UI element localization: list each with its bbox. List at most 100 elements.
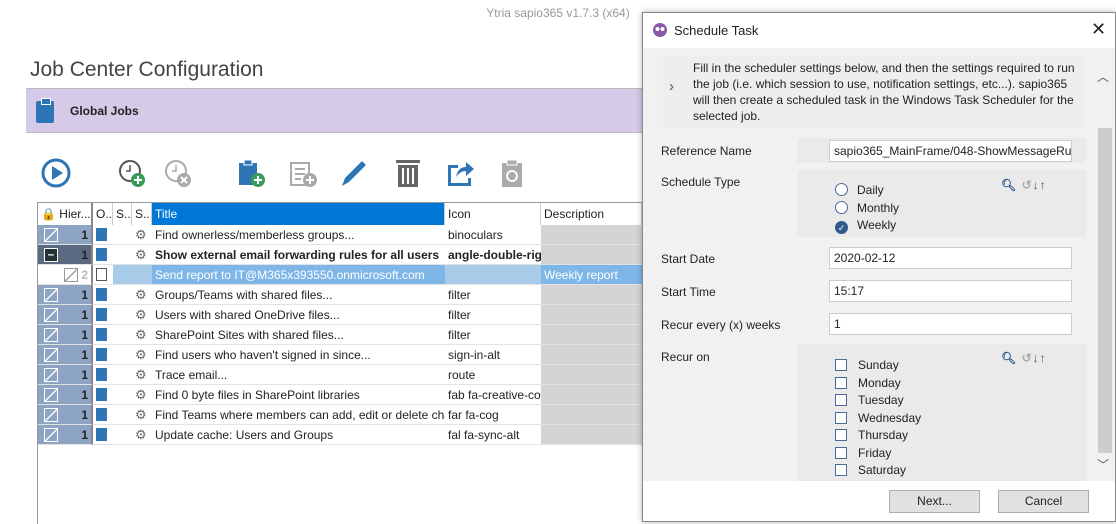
row-checkbox[interactable] [64,268,78,282]
checkbox[interactable] [835,359,847,371]
hierarchy-cell[interactable]: 1 [38,365,93,385]
column-header-o[interactable]: O.. [93,203,113,225]
add-job-icon[interactable] [236,157,268,189]
column-header-s2[interactable]: S... [132,203,152,225]
checkbox[interactable] [835,394,847,406]
scrollbar-thumb[interactable] [1098,128,1112,453]
reset-icon[interactable]: ↺ [1022,178,1033,192]
table-row[interactable]: 1 ⚙ Users with shared OneDrive files... … [38,305,642,325]
checkbox[interactable] [835,429,847,441]
description-cell[interactable] [541,285,642,305]
table-row[interactable]: 1 ⚙ Update cache: Users and Groups fal f… [38,425,642,445]
icon-cell[interactable]: route [445,365,541,385]
table-row[interactable]: 1 ⚙ Trace email... route [38,365,642,385]
checkbox[interactable] [835,376,847,389]
close-icon[interactable]: ✕ [1091,19,1106,40]
hierarchy-cell[interactable]: 1 [38,425,93,445]
table-row[interactable]: 1 ⚙ Find Teams where members can add, ed… [38,405,642,425]
sort-asc-icon[interactable]: ↓ [1033,351,1040,365]
edit-icon[interactable] [338,157,370,189]
cancel-button[interactable]: Cancel [998,490,1089,513]
hierarchy-cell[interactable]: 1 [38,345,93,365]
title-cell[interactable]: Find users who haven't signed in since..… [152,345,445,365]
next-button[interactable]: Next... [889,490,980,513]
run-icon[interactable] [40,157,72,189]
remove-schedule-icon[interactable] [162,157,194,189]
start-time-input[interactable]: 15:17 [829,280,1072,302]
reference-name-input[interactable]: sapio365_MainFrame/048-ShowMessageRules [829,140,1072,162]
scroll-up-icon[interactable]: ︿ [1097,68,1109,85]
column-header-s1[interactable]: S... [113,203,132,225]
description-cell[interactable] [541,245,642,265]
column-header-title[interactable]: Title [152,203,445,225]
column-header-icon[interactable]: Icon [445,203,541,225]
radio-monthly[interactable]: Monthly [835,201,899,215]
icon-cell[interactable]: far fa-cog [445,405,541,425]
description-cell[interactable] [541,425,642,445]
sort-asc-icon[interactable]: ↓ [1033,178,1040,192]
checkbox[interactable] [835,446,847,459]
table-row[interactable]: 1 ⚙ Find users who haven't signed in sin… [38,345,642,365]
day-checkbox-sunday[interactable]: Sunday [835,358,899,372]
search-icon[interactable]: 🔍︎ [1001,351,1017,365]
row-checkbox[interactable] [44,408,58,422]
icon-cell[interactable]: fab fa-creative-commons [445,385,541,405]
title-cell[interactable]: Trace email... [152,365,445,385]
expand-chevron-icon[interactable]: › [669,78,674,95]
search-icon[interactable]: 🔍︎ [1001,178,1017,192]
title-cell[interactable]: Find ownerless/memberless groups... [152,225,445,245]
hierarchy-cell[interactable]: 1 [38,325,93,345]
row-checkbox[interactable] [44,388,58,402]
icon-cell[interactable]: sign-in-alt [445,345,541,365]
row-checkbox[interactable] [44,428,58,442]
icon-cell[interactable]: angle-double-right [445,245,541,265]
table-row[interactable]: 1 ⚙ SharePoint Sites with shared files..… [38,325,642,345]
recur-every-input[interactable]: 1 [829,313,1072,335]
title-cell[interactable]: Show external email forwarding rules for… [152,245,445,265]
row-checkbox[interactable] [44,348,58,362]
day-checkbox-tuesday[interactable]: Tuesday [835,393,904,407]
column-header-description[interactable]: Description [541,203,642,225]
table-row[interactable]: 1 ⚙ Groups/Teams with shared files... fi… [38,285,642,305]
row-checkbox[interactable] [44,308,58,322]
hierarchy-cell[interactable]: 2 [38,265,93,285]
icon-cell[interactable]: filter [445,325,541,345]
table-row[interactable]: 1 ⚙ Find ownerless/memberless groups... … [38,225,642,245]
day-checkbox-monday[interactable]: Monday [835,376,901,390]
description-cell[interactable] [541,345,642,365]
hierarchy-cell[interactable]: 1 [38,305,93,325]
description-cell[interactable] [541,225,642,245]
export-icon[interactable] [444,157,476,189]
row-checkbox[interactable] [44,288,58,302]
hierarchy-cell[interactable]: 1 [38,385,93,405]
checkbox[interactable] [835,411,847,424]
hierarchy-cell[interactable]: 1 [38,405,93,425]
hierarchy-cell[interactable]: 1 [38,285,93,305]
scroll-down-icon[interactable]: ﹀ [1097,456,1109,473]
add-subjob-icon[interactable] [288,157,320,189]
reset-icon[interactable]: ↺ [1022,351,1033,365]
delete-icon[interactable] [392,157,424,189]
radio-daily[interactable]: Daily [835,183,884,197]
description-cell[interactable]: Weekly report [541,265,642,285]
title-cell[interactable]: Update cache: Users and Groups [152,425,445,445]
checkbox[interactable] [835,464,847,476]
description-cell[interactable] [541,365,642,385]
description-cell[interactable] [541,385,642,405]
icon-cell[interactable]: filter [445,305,541,325]
sort-desc-icon[interactable]: ↑ [1040,351,1047,365]
title-cell[interactable]: Users with shared OneDrive files... [152,305,445,325]
title-cell[interactable]: SharePoint Sites with shared files... [152,325,445,345]
collapse-icon[interactable]: – [44,248,58,262]
row-checkbox[interactable] [44,328,58,342]
sort-desc-icon[interactable]: ↑ [1040,178,1047,192]
refresh-job-icon[interactable] [496,157,528,189]
table-row[interactable]: 1 ⚙ Find 0 byte files in SharePoint libr… [38,385,642,405]
column-header-hierarchy[interactable]: 🔒 Hier... [38,203,93,225]
title-cell[interactable]: Groups/Teams with shared files... [152,285,445,305]
description-cell[interactable] [541,305,642,325]
hierarchy-cell[interactable]: – 1 [38,245,93,265]
title-cell[interactable]: Find 0 byte files in SharePoint librarie… [152,385,445,405]
row-checkbox[interactable] [44,368,58,382]
day-checkbox-wednesday[interactable]: Wednesday [835,411,921,425]
